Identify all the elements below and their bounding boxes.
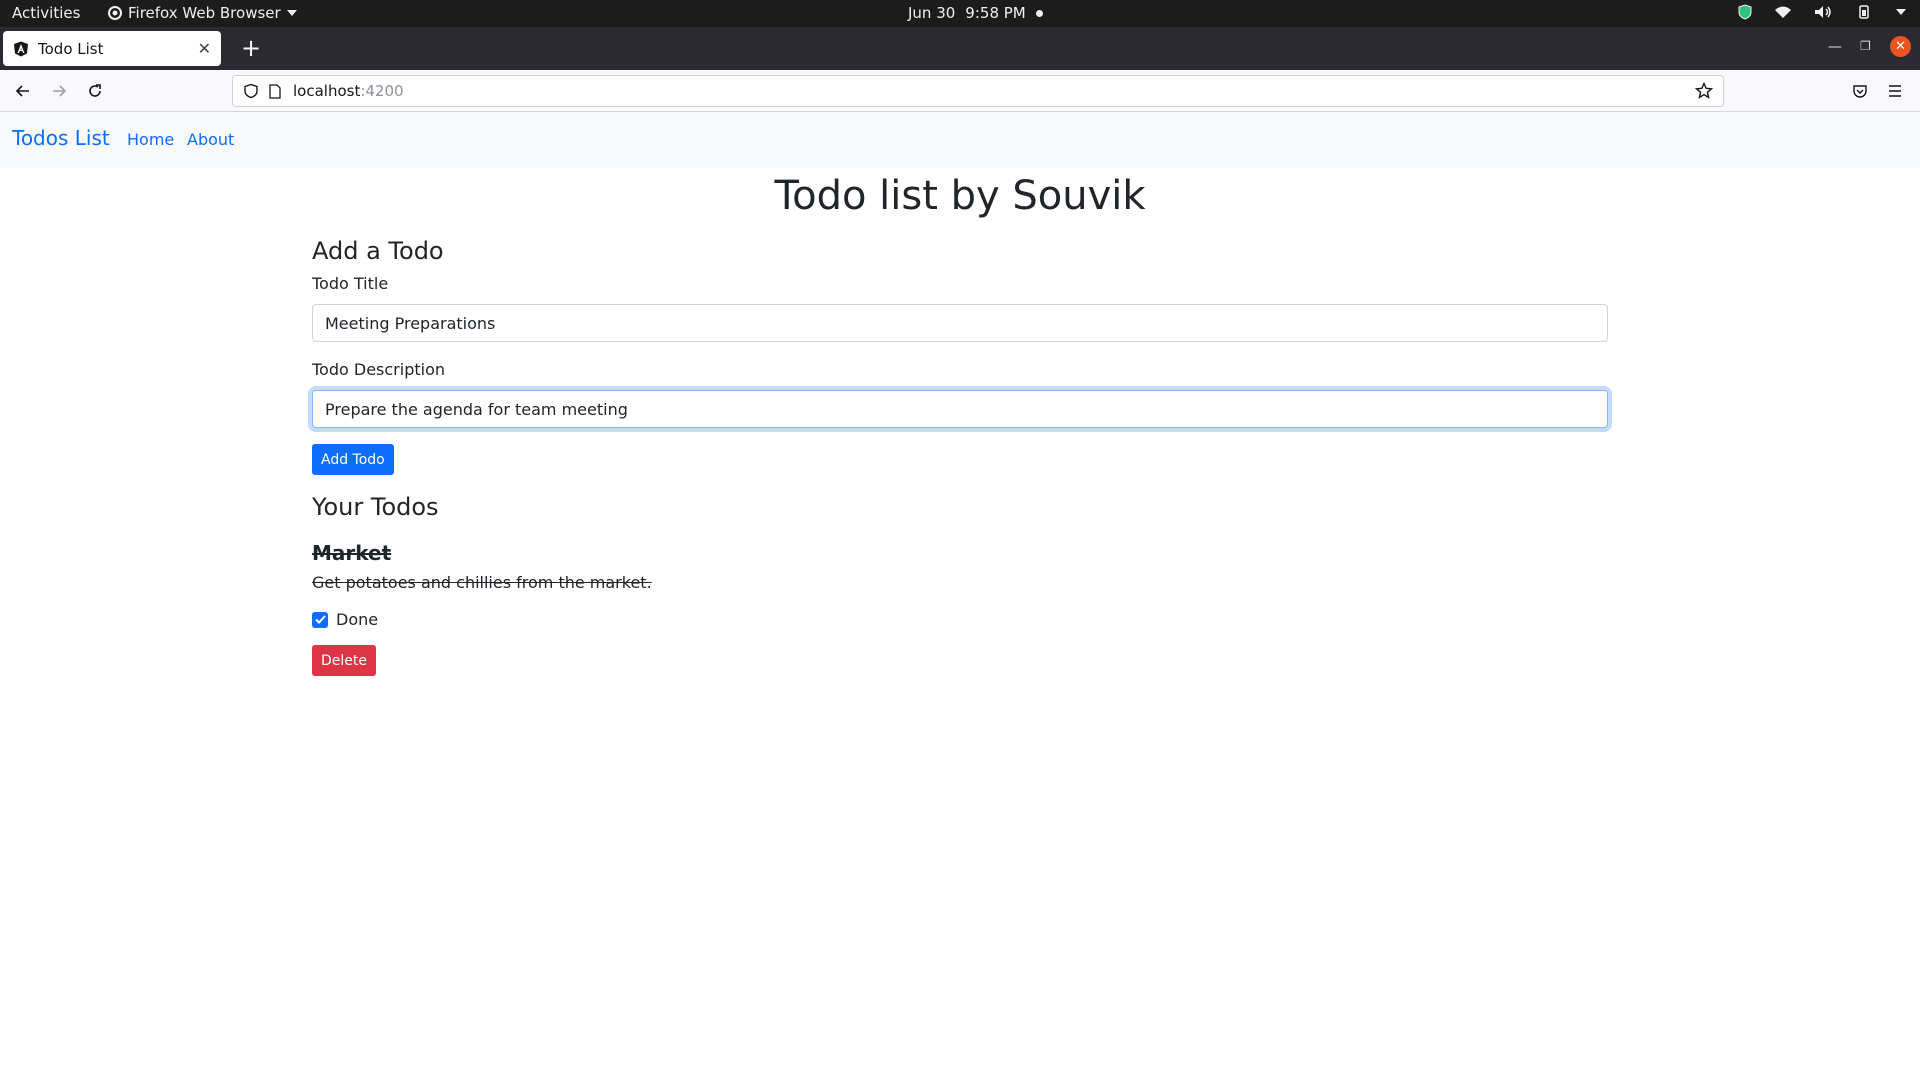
app-menu-label: Firefox Web Browser xyxy=(128,4,281,22)
bookmark-star-icon[interactable] xyxy=(1695,82,1713,100)
forward-button[interactable] xyxy=(47,79,71,103)
todo-done-checkbox[interactable] xyxy=(312,611,328,628)
todo-done-label: Done xyxy=(336,610,379,629)
clock[interactable]: Jun 30 9:58 PM xyxy=(908,4,1043,22)
arrow-left-icon xyxy=(15,85,29,97)
todo-description-label: Todo Description xyxy=(312,360,445,379)
url-port: :4200 xyxy=(360,82,404,100)
close-window-button[interactable]: ✕ xyxy=(1890,36,1911,57)
add-todo-heading: Add a Todo xyxy=(312,237,444,265)
address-bar[interactable]: localhost:4200 xyxy=(232,75,1724,107)
navbar-brand-link[interactable]: Todos List xyxy=(12,126,110,150)
tab-strip: Todo List ✕ + — ❐ ✕ xyxy=(0,27,1920,70)
system-tray[interactable] xyxy=(1738,4,1906,20)
tracking-protection-shield-icon[interactable] xyxy=(243,83,259,99)
power-menu-chevron-icon xyxy=(1896,9,1906,15)
back-button[interactable] xyxy=(11,79,35,103)
todo-item-description: Get potatoes and chillies from the marke… xyxy=(312,573,652,592)
app-navbar: Todos List Home About xyxy=(0,112,1920,168)
tab-todo-list[interactable]: Todo List ✕ xyxy=(3,31,221,66)
reload-icon xyxy=(89,84,101,97)
tab-title: Todo List xyxy=(38,39,104,58)
reload-button[interactable] xyxy=(83,79,107,103)
app-menu[interactable]: Firefox Web Browser xyxy=(108,4,297,22)
add-todo-button[interactable]: Add Todo xyxy=(312,444,394,475)
tab-close-icon[interactable]: ✕ xyxy=(198,39,211,58)
hamburger-menu-icon xyxy=(1889,85,1901,97)
nav-link-about[interactable]: About xyxy=(187,130,234,149)
page-info-icon[interactable] xyxy=(269,83,281,99)
nav-link-home[interactable]: Home xyxy=(127,130,174,149)
checkmark-icon xyxy=(314,615,326,624)
system-top-bar: Activities Firefox Web Browser Jun 30 9:… xyxy=(0,0,1920,27)
notification-dot-icon xyxy=(1035,9,1043,17)
pocket-icon xyxy=(1853,85,1867,98)
todo-title-label: Todo Title xyxy=(312,274,389,293)
chevron-down-icon xyxy=(286,10,297,16)
clock-date: Jun 30 xyxy=(908,4,956,22)
volume-icon xyxy=(1815,6,1831,18)
page-title: Todo list by Souvik xyxy=(774,173,1146,219)
firefox-icon xyxy=(108,6,122,20)
url-host: localhost xyxy=(293,82,361,100)
minimize-window-button[interactable]: — xyxy=(1828,39,1842,55)
browser-toolbar: localhost:4200 xyxy=(0,70,1920,112)
clock-time: 9:58 PM xyxy=(965,4,1026,22)
pocket-button[interactable] xyxy=(1848,79,1872,103)
angular-favicon-icon xyxy=(14,41,28,56)
delete-todo-button[interactable]: Delete xyxy=(312,645,376,676)
todo-item-title: Market xyxy=(312,541,392,565)
maximize-window-button[interactable]: ❐ xyxy=(1860,39,1871,53)
todo-description-input[interactable]: Prepare the agenda for team meeting xyxy=(312,390,1608,428)
new-tab-button[interactable]: + xyxy=(236,33,266,63)
shield-icon xyxy=(1738,4,1752,20)
activities-button[interactable]: Activities xyxy=(12,4,80,22)
todo-done-checkbox-row[interactable]: Done xyxy=(312,610,1608,629)
wifi-icon xyxy=(1775,6,1791,18)
todo-item: Market Get potatoes and chillies from th… xyxy=(312,540,1608,676)
todo-title-input[interactable]: Meeting Preparations xyxy=(312,304,1608,342)
todo-description-value: Prepare the agenda for team meeting xyxy=(325,399,628,419)
battery-icon xyxy=(1859,5,1869,19)
main-content: Todo list by Souvik Add a Todo Todo Titl… xyxy=(312,168,1608,676)
menu-button[interactable] xyxy=(1883,79,1907,103)
todo-title-value: Meeting Preparations xyxy=(325,313,496,333)
arrow-right-icon xyxy=(53,85,67,97)
your-todos-heading: Your Todos xyxy=(312,493,439,521)
